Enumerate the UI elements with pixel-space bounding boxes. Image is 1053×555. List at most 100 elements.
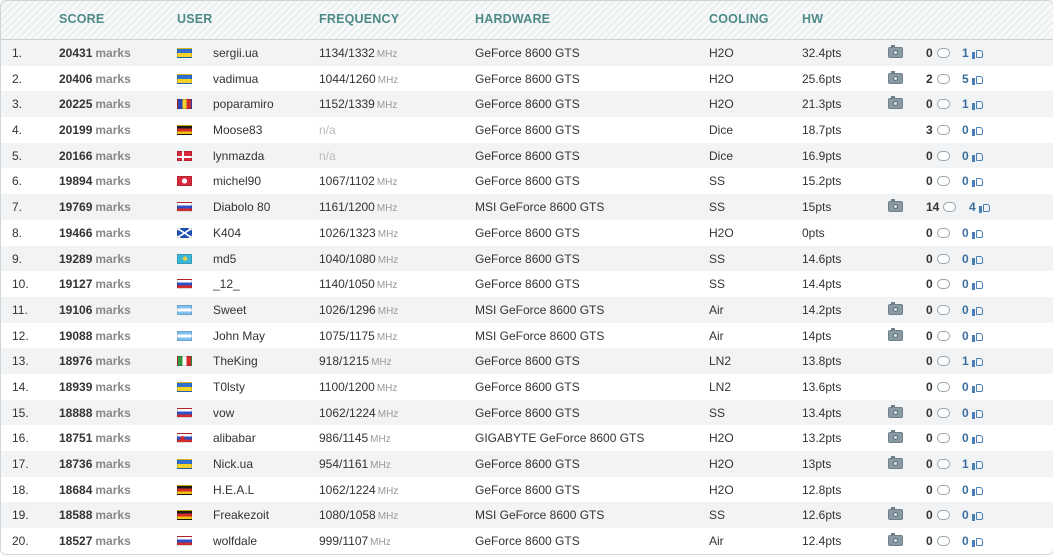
camera-icon[interactable]: [888, 430, 903, 444]
comments-count[interactable]: 0: [926, 483, 950, 497]
user-link[interactable]: poparamiro: [213, 97, 274, 111]
likes-count[interactable]: 0: [962, 508, 984, 522]
comments-count[interactable]: 0: [926, 46, 950, 60]
likes-count[interactable]: 0: [962, 329, 984, 343]
thumbs-up-icon: [971, 228, 984, 239]
hardware[interactable]: MSI GeForce 8600 GTS: [475, 303, 604, 317]
camera-icon[interactable]: [888, 507, 903, 521]
likes-count[interactable]: 0: [962, 534, 984, 548]
hardware[interactable]: GeForce 8600 GTS: [475, 252, 580, 266]
likes-count[interactable]: 0: [962, 149, 984, 163]
header-user[interactable]: USER: [177, 12, 213, 26]
likes-count[interactable]: 0: [962, 380, 984, 394]
camera-icon[interactable]: [888, 327, 903, 341]
camera-icon[interactable]: [888, 70, 903, 84]
hardware[interactable]: MSI GeForce 8600 GTS: [475, 200, 604, 214]
likes-count[interactable]: 1: [962, 97, 984, 111]
hardware[interactable]: GeForce 8600 GTS: [475, 534, 580, 548]
comments-count[interactable]: 0: [926, 508, 950, 522]
hardware[interactable]: MSI GeForce 8600 GTS: [475, 329, 604, 343]
camera-icon[interactable]: [888, 404, 903, 418]
comments-count[interactable]: 0: [926, 174, 950, 188]
comments-count[interactable]: 0: [926, 303, 950, 317]
likes-count[interactable]: 4: [969, 200, 991, 214]
likes-count[interactable]: 0: [962, 174, 984, 188]
user-link[interactable]: md5: [213, 252, 236, 266]
camera-icon[interactable]: [888, 533, 903, 547]
hardware[interactable]: GeForce 8600 GTS: [475, 149, 580, 163]
user-link[interactable]: _12_: [213, 277, 240, 291]
comments-count[interactable]: 14: [926, 200, 957, 214]
user-link[interactable]: Diabolo 80: [213, 200, 270, 214]
hardware[interactable]: GeForce 8600 GTS: [475, 174, 580, 188]
header-hardware[interactable]: HARDWARE: [475, 12, 550, 26]
user-link[interactable]: Freakezoit: [213, 508, 269, 522]
comments-count[interactable]: 0: [926, 354, 950, 368]
camera-icon[interactable]: [888, 456, 903, 469]
comments-count[interactable]: 0: [926, 406, 950, 420]
likes-count[interactable]: 0: [962, 303, 984, 317]
likes-count[interactable]: 1: [962, 354, 984, 368]
comments-count[interactable]: 0: [926, 431, 950, 445]
hardware[interactable]: GeForce 8600 GTS: [475, 277, 580, 291]
header-cooling[interactable]: COOLING: [709, 12, 769, 26]
hardware[interactable]: GeForce 8600 GTS: [475, 72, 580, 86]
comments-count[interactable]: 0: [926, 457, 950, 471]
header-frequency[interactable]: FREQUENCY: [319, 12, 399, 26]
user-link[interactable]: Sweet: [213, 303, 246, 317]
user-link[interactable]: Moose83: [213, 123, 262, 137]
comments-count[interactable]: 2: [926, 72, 950, 86]
user-link[interactable]: michel90: [213, 174, 261, 188]
user-link[interactable]: sergii.ua: [213, 46, 258, 60]
hardware[interactable]: GeForce 8600 GTS: [475, 483, 580, 497]
comments-count[interactable]: 0: [926, 226, 950, 240]
hardware[interactable]: GeForce 8600 GTS: [475, 226, 580, 240]
header-score[interactable]: SCORE: [59, 12, 104, 26]
comments-count[interactable]: 0: [926, 329, 950, 343]
likes-count[interactable]: 1: [962, 457, 984, 471]
hardware[interactable]: GeForce 8600 GTS: [475, 457, 580, 471]
comments-count[interactable]: 0: [926, 277, 950, 291]
header-hw[interactable]: HW: [802, 12, 823, 26]
user-link[interactable]: wolfdale: [213, 534, 257, 548]
camera-icon[interactable]: [888, 96, 903, 110]
likes-count[interactable]: 0: [962, 226, 984, 240]
likes-count[interactable]: 5: [962, 72, 984, 86]
comments-count[interactable]: 0: [926, 534, 950, 548]
comments-count[interactable]: 0: [926, 97, 950, 111]
likes-count[interactable]: 0: [962, 277, 984, 291]
likes-count[interactable]: 1: [962, 46, 984, 60]
user-link[interactable]: John May: [213, 329, 265, 343]
user-link[interactable]: vow: [213, 406, 234, 420]
camera-icon[interactable]: [888, 301, 903, 315]
comments-count[interactable]: 0: [926, 252, 950, 266]
user-link[interactable]: vadimua: [213, 72, 258, 86]
hardware[interactable]: GIGABYTE GeForce 8600 GTS: [475, 431, 644, 445]
likes-count[interactable]: 0: [962, 431, 984, 445]
hardware[interactable]: GeForce 8600 GTS: [475, 97, 580, 111]
user-link[interactable]: T0lsty: [213, 380, 245, 394]
user-link[interactable]: K404: [213, 226, 241, 240]
user-link[interactable]: TheKing: [213, 354, 258, 368]
hardware[interactable]: GeForce 8600 GTS: [475, 380, 580, 394]
hardware[interactable]: GeForce 8600 GTS: [475, 406, 580, 420]
camera-icon[interactable]: [888, 45, 903, 58]
comments-count[interactable]: 0: [926, 380, 950, 394]
cooling: H2O: [709, 431, 734, 446]
hardware[interactable]: GeForce 8600 GTS: [475, 46, 580, 60]
likes-count[interactable]: 0: [962, 483, 984, 497]
likes-count[interactable]: 0: [962, 252, 984, 266]
rank: 13.: [12, 354, 29, 369]
user-link[interactable]: lynmazda: [213, 149, 264, 163]
user-link[interactable]: H.E.A.L: [213, 483, 254, 497]
hardware[interactable]: GeForce 8600 GTS: [475, 123, 580, 137]
user-link[interactable]: alibabar: [213, 431, 256, 445]
hardware[interactable]: MSI GeForce 8600 GTS: [475, 508, 604, 522]
comments-count[interactable]: 3: [926, 123, 950, 137]
camera-icon[interactable]: [888, 199, 903, 213]
likes-count[interactable]: 0: [962, 406, 984, 420]
hardware[interactable]: GeForce 8600 GTS: [475, 354, 580, 368]
comments-count[interactable]: 0: [926, 149, 950, 163]
user-link[interactable]: Nick.ua: [213, 457, 253, 471]
likes-count[interactable]: 0: [962, 123, 984, 137]
